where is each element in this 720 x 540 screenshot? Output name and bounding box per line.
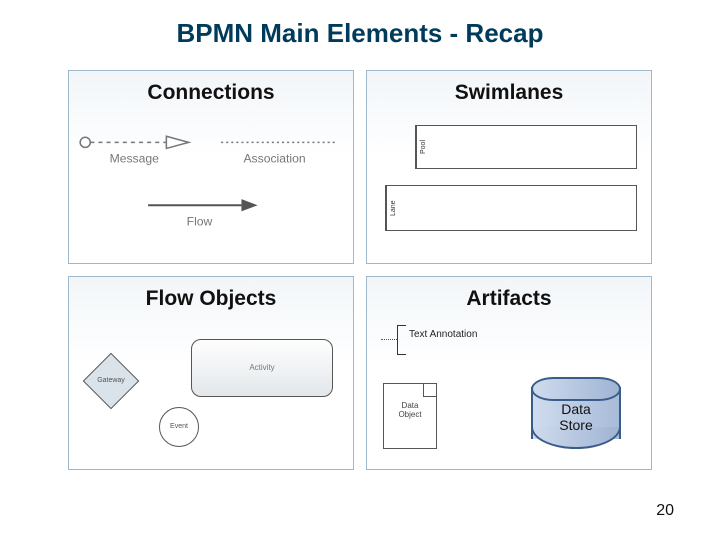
panel-artifacts: Artifacts Text Annotation Data Object Da…	[366, 276, 652, 470]
data-store-icon: Data Store	[531, 377, 621, 449]
gateway-label: Gateway	[92, 362, 130, 400]
data-object-label-1: Data	[402, 401, 419, 410]
panel-swimlanes-title: Swimlanes	[367, 81, 651, 105]
panel-swimlanes-body: Pool Lane	[367, 115, 651, 263]
panel-artifacts-title: Artifacts	[367, 287, 651, 311]
panel-artifacts-body: Text Annotation Data Object Data Store	[367, 321, 651, 469]
slide: BPMN Main Elements - Recap Connections M…	[0, 0, 720, 540]
swimlane-pool: Pool	[415, 125, 637, 169]
panel-connections: Connections Message Association Flow	[68, 70, 354, 264]
panel-flow-objects-title: Flow Objects	[69, 287, 353, 311]
activity-label: Activity	[249, 363, 274, 372]
svg-text:Message: Message	[110, 152, 160, 166]
panel-flow-objects-body: Gateway Event Activity	[69, 321, 353, 469]
swimlane-lane: Lane	[385, 185, 637, 231]
data-store-label: Data Store	[531, 401, 621, 433]
svg-text:Flow: Flow	[187, 215, 213, 229]
panel-grid: Connections Message Association Flow	[68, 70, 652, 470]
panel-swimlanes: Swimlanes Pool Lane	[366, 70, 652, 264]
swimlane-pool-label: Pool	[416, 126, 431, 168]
gateway-icon: Gateway	[83, 353, 140, 410]
page-number: 20	[656, 502, 674, 520]
text-annotation-label: Text Annotation	[409, 329, 477, 340]
activity-icon: Activity	[191, 339, 333, 397]
event-label: Event	[170, 423, 188, 430]
annotation-connector	[381, 339, 397, 340]
panel-flow-objects: Flow Objects Gateway Event Activity	[68, 276, 354, 470]
svg-text:Association: Association	[243, 152, 305, 166]
data-object-label-2: Object	[398, 410, 421, 419]
panel-connections-body: Message Association Flow Message Associa…	[69, 115, 353, 263]
slide-title: BPMN Main Elements - Recap	[0, 18, 720, 49]
data-object-icon: Data Object	[383, 383, 437, 449]
panel-connections-title: Connections	[69, 81, 353, 105]
annotation-bracket-icon	[397, 325, 406, 355]
swimlane-lane-label: Lane	[386, 186, 401, 230]
connections-diagram: Message Association Flow	[69, 115, 353, 263]
event-icon: Event	[159, 407, 199, 447]
